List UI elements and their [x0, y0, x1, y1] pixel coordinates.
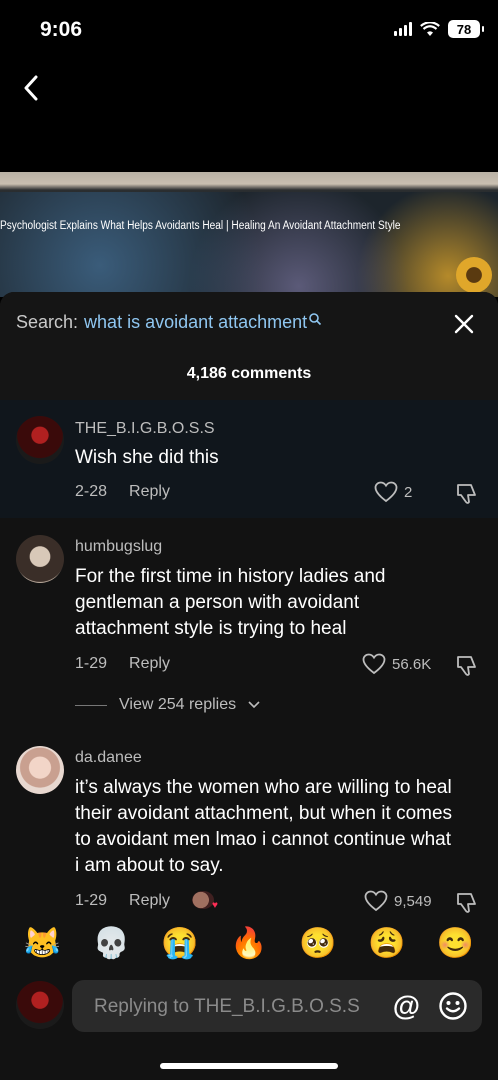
heart-icon: [374, 481, 398, 503]
battery-indicator: 78: [448, 20, 484, 38]
chevron-left-icon: [24, 75, 38, 101]
emoji-fire[interactable]: 🔥: [227, 921, 271, 965]
emoji-weary[interactable]: 😩: [365, 921, 409, 965]
emoji-crying[interactable]: 😭: [158, 921, 202, 965]
like-count: 56.6K: [392, 655, 432, 673]
dislike-icon[interactable]: [454, 891, 478, 915]
comment-date: 1-29: [75, 892, 108, 909]
search-query-link[interactable]: what is avoidant attachment: [84, 312, 307, 333]
emoji-picker-icon[interactable]: [438, 991, 468, 1021]
view-replies-button[interactable]: View 254 replies: [75, 696, 260, 714]
comment-date: 1-29: [75, 655, 108, 672]
current-user-avatar: [16, 981, 64, 1029]
like-count: 2: [404, 483, 413, 501]
status-time: 9:06: [40, 18, 83, 41]
like-button[interactable]: 56.6K: [362, 653, 431, 675]
video-screen: [0, 192, 498, 297]
like-button[interactable]: 2: [374, 481, 412, 503]
emoji-pleading[interactable]: 🥺: [296, 921, 340, 965]
search-icon: [309, 312, 322, 325]
close-icon[interactable]: [452, 312, 476, 336]
chevron-down-icon: [248, 701, 260, 709]
comment-meta: 2-28 Reply: [75, 483, 170, 501]
view-replies-label: View 254 replies: [119, 696, 237, 713]
comments-count: 4,186 comments: [186, 365, 312, 382]
like-count: 9,549: [394, 892, 432, 910]
comment-text: Wish she did this: [75, 447, 219, 468]
reply-button[interactable]: Reply: [129, 483, 170, 501]
heart-icon: [362, 653, 386, 675]
comment-username[interactable]: humbugslug: [75, 538, 162, 556]
creator-liked-badge: ♥: [191, 891, 218, 911]
home-indicator: [160, 1063, 338, 1069]
avatar[interactable]: [16, 535, 64, 583]
signal-icon: [394, 22, 412, 36]
reply-input[interactable]: Replying to THE_B.I.G.B.O.S.S @: [72, 980, 482, 1032]
status-bar: 9:06 78: [0, 0, 498, 60]
status-icons: 78: [394, 20, 484, 38]
like-button[interactable]: 9,549: [364, 890, 432, 912]
avatar[interactable]: [16, 416, 64, 464]
comment-text: For the first time in history ladies and…: [75, 566, 386, 639]
dislike-icon[interactable]: [454, 654, 478, 678]
back-button[interactable]: [16, 70, 46, 106]
wifi-icon: [420, 21, 440, 36]
emoji-quick-bar: 😹 💀 😭 🔥 🥺 😩 😊: [0, 915, 498, 971]
video-preview[interactable]: Psychologist Explains What Helps Avoidan…: [0, 172, 498, 297]
search-prefix: Search:: [16, 312, 79, 332]
reply-button[interactable]: Reply: [129, 892, 170, 910]
mention-at-icon[interactable]: @: [393, 990, 420, 1022]
divider-line: [75, 704, 107, 706]
reply-bar: Replying to THE_B.I.G.B.O.S.S @: [0, 975, 498, 1045]
comment-meta: 1-29 Reply: [75, 655, 170, 673]
search-suggestion[interactable]: Search: what is avoidant attachment: [16, 312, 322, 333]
comment-date: 2-28: [75, 483, 108, 500]
reply-button[interactable]: Reply: [129, 655, 170, 673]
emoji-cat-laughing[interactable]: 😹: [20, 921, 64, 965]
sheet-header: Search: what is avoidant attachment 4,18…: [0, 292, 498, 400]
comment-meta: 1-29 Reply ♥: [75, 891, 218, 911]
comment-username[interactable]: THE_B.I.G.B.O.S.S: [75, 420, 215, 438]
reply-placeholder: Replying to THE_B.I.G.B.O.S.S: [94, 996, 360, 1017]
emoji-skull[interactable]: 💀: [89, 921, 133, 965]
dislike-icon[interactable]: [454, 482, 478, 506]
sunflower-decoration: [456, 257, 492, 293]
comment-text: it’s always the women who are willing to…: [75, 777, 453, 876]
avatar[interactable]: [16, 746, 64, 794]
video-title: Psychologist Explains What Helps Avoidan…: [0, 220, 401, 232]
comment-username[interactable]: da.danee: [75, 749, 142, 767]
heart-icon: [364, 890, 388, 912]
emoji-smiling[interactable]: 😊: [433, 921, 477, 965]
